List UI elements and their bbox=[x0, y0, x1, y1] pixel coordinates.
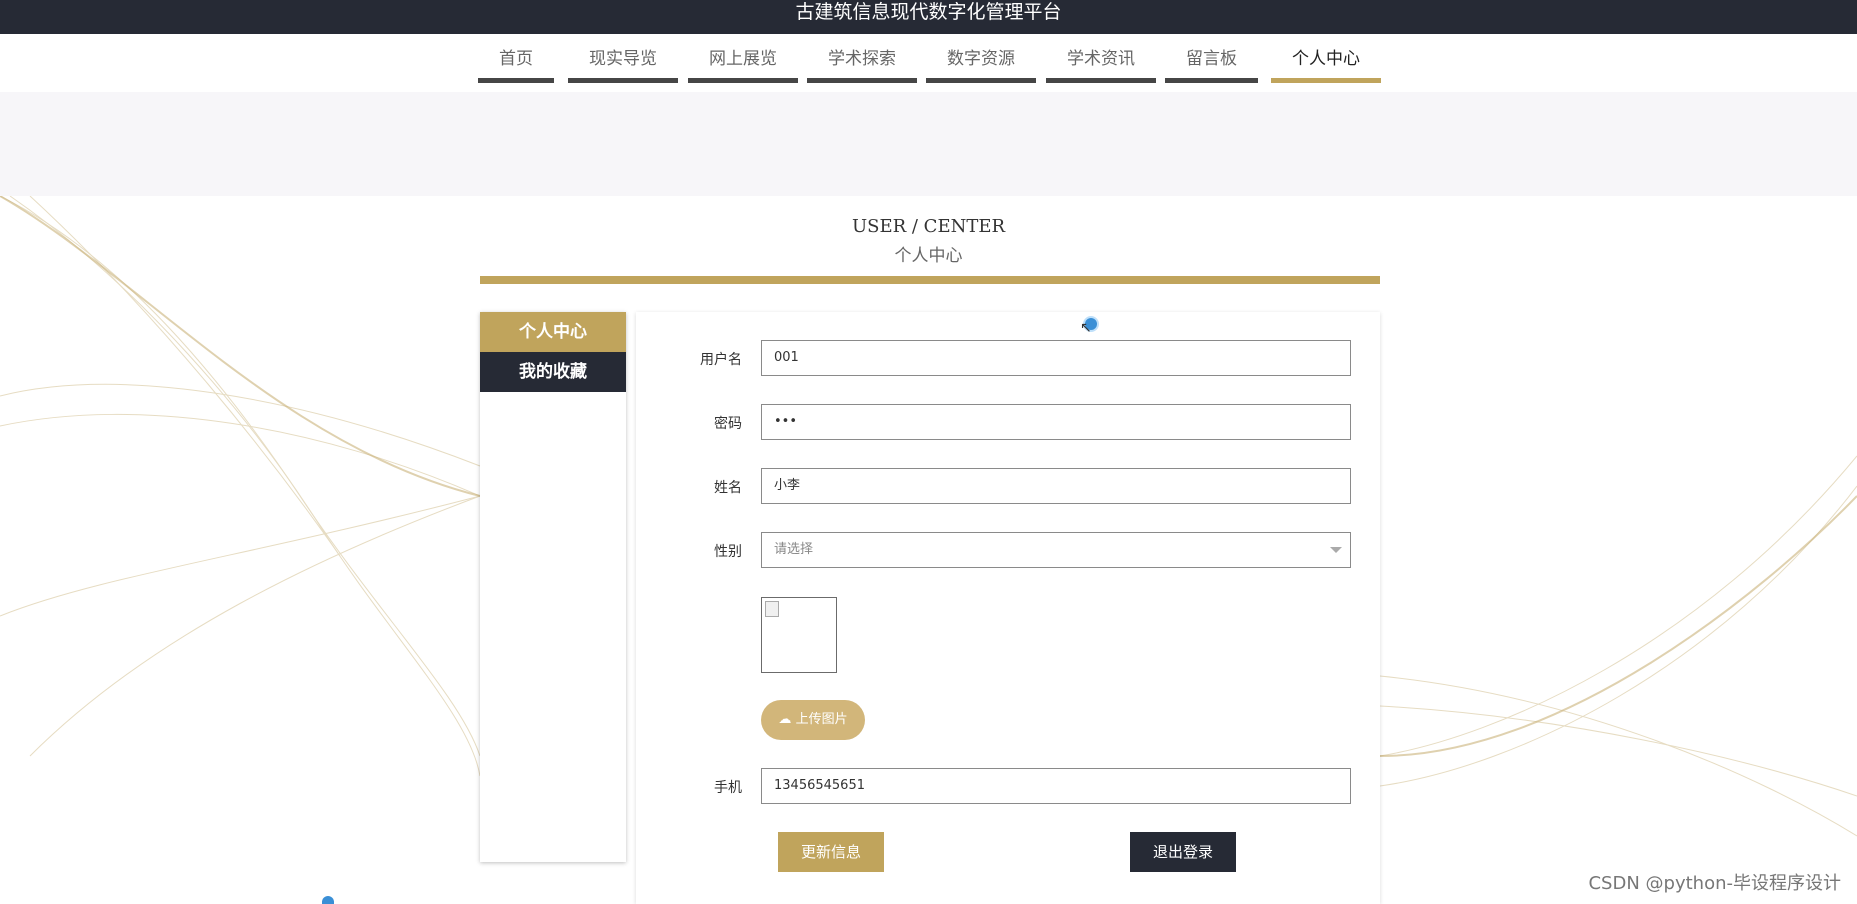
name-label: 姓名 bbox=[714, 480, 742, 496]
gender-label: 性别 bbox=[714, 544, 742, 560]
sidebar: 个人中心 我的收藏 bbox=[480, 312, 626, 862]
password-label: 密码 bbox=[714, 416, 742, 432]
upload-image-label: 上传图片 bbox=[795, 712, 848, 727]
watermark: CSDN @python-毕设程序设计 bbox=[1588, 873, 1841, 894]
gender-select[interactable]: 请选择 bbox=[761, 532, 1351, 568]
nav-item-home[interactable]: 首页 bbox=[478, 46, 554, 83]
section-title-en: USER / CENTER bbox=[851, 216, 1006, 237]
site-title: 古建筑信息现代数字化管理平台 bbox=[795, 1, 1062, 23]
profile-form: 用户名 001 密码 ••• 姓名 小李 性别 请选择 ☁ 上传图片 手机 13… bbox=[636, 312, 1380, 904]
username-field[interactable]: 001 bbox=[761, 340, 1351, 376]
broken-image-icon bbox=[765, 601, 779, 617]
chevron-down-icon bbox=[1330, 547, 1342, 553]
mouse-cursor-icon: ↖ bbox=[1080, 320, 1092, 336]
update-info-button[interactable]: 更新信息 bbox=[778, 832, 884, 872]
avatar-preview bbox=[761, 597, 837, 673]
banner bbox=[0, 92, 1857, 196]
cloud-upload-icon: ☁ bbox=[778, 712, 792, 727]
password-field[interactable]: ••• bbox=[761, 404, 1351, 440]
nav-item-messages[interactable]: 留言板 bbox=[1165, 46, 1258, 83]
sidebar-item-user-center[interactable]: 个人中心 bbox=[480, 312, 626, 352]
nav-item-academic[interactable]: 学术探索 bbox=[807, 46, 917, 83]
gender-select-placeholder: 请选择 bbox=[774, 542, 814, 557]
section-divider bbox=[480, 276, 1380, 284]
nav-item-news[interactable]: 学术资讯 bbox=[1046, 46, 1156, 83]
nav-item-user-center[interactable]: 个人中心 bbox=[1271, 46, 1381, 83]
site-header: 古建筑信息现代数字化管理平台 bbox=[0, 0, 1857, 34]
sidebar-item-favorites[interactable]: 我的收藏 bbox=[480, 352, 626, 392]
floating-dot bbox=[322, 896, 334, 904]
upload-image-button[interactable]: ☁ 上传图片 bbox=[761, 700, 865, 740]
section-title-zh: 个人中心 bbox=[894, 246, 963, 266]
name-field[interactable]: 小李 bbox=[761, 468, 1351, 504]
main-nav: 首页 现实导览 网上展览 学术探索 数字资源 学术资讯 留言板 个人中心 bbox=[0, 34, 1857, 92]
nav-item-tour[interactable]: 现实导览 bbox=[568, 46, 678, 83]
nav-item-exhibition[interactable]: 网上展览 bbox=[688, 46, 798, 83]
nav-item-resources[interactable]: 数字资源 bbox=[926, 46, 1036, 83]
username-label: 用户名 bbox=[700, 352, 742, 368]
logout-button[interactable]: 退出登录 bbox=[1130, 832, 1236, 872]
phone-label: 手机 bbox=[714, 780, 742, 796]
phone-field[interactable]: 13456545651 bbox=[761, 768, 1351, 804]
